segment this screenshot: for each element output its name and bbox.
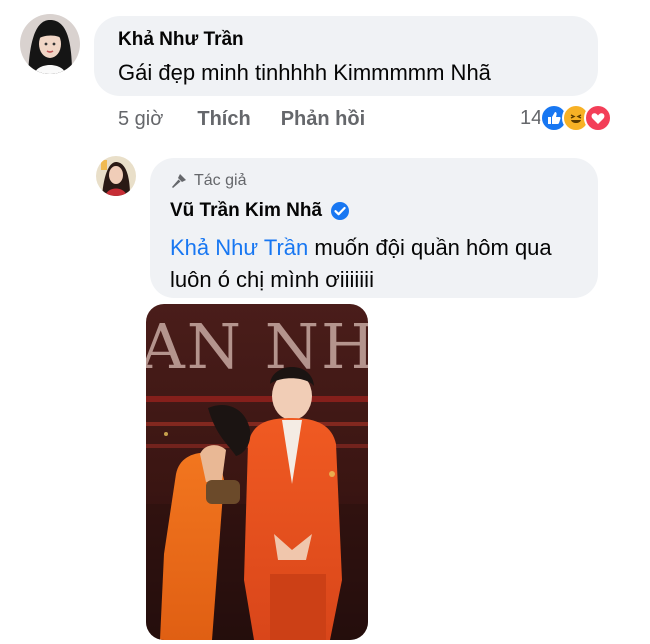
poster-title: AN NH xyxy=(146,310,368,383)
reply-author-row: Vũ Trần Kim Nhã xyxy=(170,200,350,222)
comment-author-name[interactable]: Khả Như Trần xyxy=(118,29,244,51)
reply-author-name[interactable]: Vũ Trần Kim Nhã xyxy=(170,200,322,222)
love-icon xyxy=(584,104,613,132)
verified-badge-icon xyxy=(331,202,350,220)
attached-photo[interactable]: AN NH xyxy=(146,304,368,640)
mention-link[interactable]: Khả Như Trần xyxy=(170,235,308,260)
comment-timestamp[interactable]: 5 giờ xyxy=(118,108,163,131)
comment-bubble: Khả Như Trần Gái đẹp minh tinhhhh Kimmmm… xyxy=(94,16,598,96)
reply-bubble: Tác giả Vũ Trần Kim Nhã Khả Như Trần muố… xyxy=(150,158,598,298)
reply-button[interactable]: Phản hồi xyxy=(281,108,365,131)
author-badge: Tác giả xyxy=(170,172,246,190)
comment-actions: 5 giờ Thích Phản hồi xyxy=(118,108,395,131)
comment-text: Gái đẹp minh tinhhhh Kimmmmm Nhã xyxy=(118,60,491,85)
microphone-icon xyxy=(172,174,186,188)
reply-text: Khả Như Trần muốn đội quần hôm qua luôn … xyxy=(170,232,582,296)
commenter-avatar[interactable] xyxy=(20,14,80,74)
reaction-count: 14 xyxy=(520,106,543,129)
like-button[interactable]: Thích xyxy=(197,108,250,131)
author-badge-label: Tác giả xyxy=(194,172,247,189)
reply-author-avatar[interactable] xyxy=(96,156,136,196)
reaction-summary[interactable]: 14 xyxy=(520,104,613,132)
